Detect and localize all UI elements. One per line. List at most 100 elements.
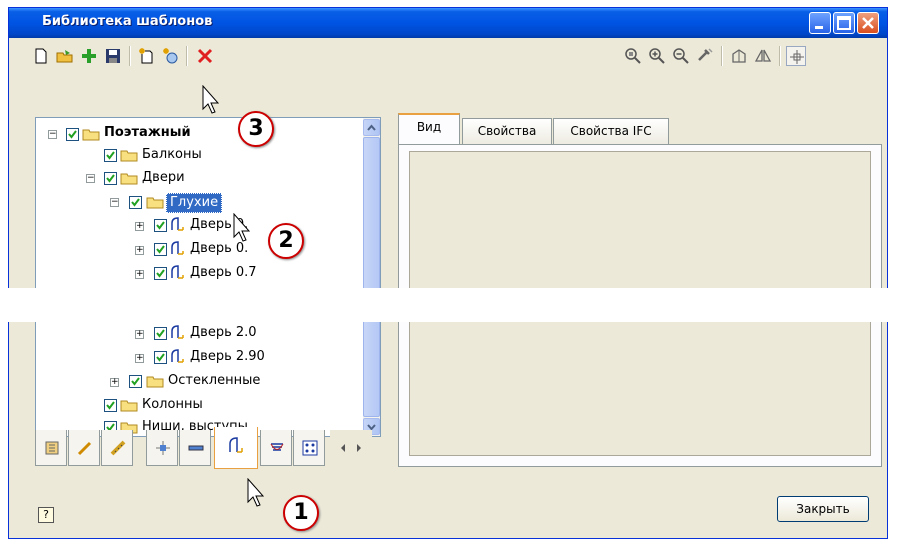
zoom-window-button[interactable] [623,46,643,66]
expand-toggle[interactable]: + [135,246,144,255]
chevron-right-icon [357,444,361,452]
zoom-in-button[interactable] [647,46,667,66]
category-tab-apartment[interactable] [35,430,67,466]
save-icon [106,49,120,63]
zoom-in-icon [649,48,665,64]
tree-item-door[interactable]: Дверь 0.7 [190,264,257,282]
checkbox[interactable] [154,267,167,280]
scroll-up-button[interactable] [363,119,380,136]
tree-root-label[interactable]: Поэтажный [104,124,191,142]
tree-item-columns[interactable]: Колонны [142,396,203,414]
new-template-button[interactable] [137,46,157,66]
zoom-out-button[interactable] [671,46,691,66]
maximize-button[interactable] [833,12,855,34]
checkbox[interactable] [154,219,167,232]
minimize-button[interactable] [809,12,831,34]
callout-3: 3 [238,111,274,147]
pan-button[interactable] [695,46,715,66]
grid-icon [302,440,318,456]
scroll-thumb[interactable] [363,137,380,417]
new-template-from-model-button[interactable] [161,46,181,66]
rotate-view-button[interactable] [729,46,749,66]
category-tab-ruler[interactable] [101,430,133,466]
pencil-icon [77,441,92,456]
checkbox[interactable] [129,196,142,209]
cursor-arrow-icon [202,85,222,115]
expand-toggle[interactable]: + [135,354,144,363]
add-icon [82,49,96,63]
checkbox[interactable] [129,375,142,388]
folder-icon [120,150,138,162]
new-document-icon [35,48,47,64]
tree-item-door[interactable]: Дверь 2.90 [190,348,265,366]
cursor-arrow-icon [233,213,253,243]
add-button[interactable] [79,46,99,66]
maximize-icon [837,16,851,30]
minimize-icon [815,26,823,29]
folder-icon [146,376,164,388]
new-template-from-model-icon [163,48,178,64]
window-title: Библиотека шаблонов [42,14,213,29]
template-tree[interactable]: − Поэтажный Балконы − Двери − Глухие + Д… [35,117,381,437]
checkbox[interactable] [104,172,117,185]
delete-button[interactable] [195,46,215,66]
mirror-button[interactable] [753,46,773,66]
tab-view[interactable]: Вид [398,113,460,145]
category-tab-column[interactable] [146,430,178,466]
help-button[interactable]: ? [38,507,54,523]
tree-item-solid-selected[interactable]: Глухие [166,193,223,213]
checkbox[interactable] [154,243,167,256]
center-icon [790,50,804,64]
open-folder-icon [146,197,164,209]
checkbox[interactable] [154,327,167,340]
checkbox[interactable] [104,149,117,162]
close-window-button[interactable] [857,12,879,34]
open-button[interactable] [55,46,75,66]
collapse-toggle[interactable]: − [86,174,95,183]
category-tab-grid[interactable] [293,430,325,466]
tree-item-glazed[interactable]: Остекленные [168,372,260,390]
tree-item-balconies[interactable]: Балконы [142,146,202,164]
new-document-button[interactable] [31,46,51,66]
title-bar[interactable]: Библиотека шаблонов [9,8,887,38]
folder-icon [82,129,100,141]
category-tab-doors[interactable] [214,427,258,469]
door-icon [171,217,184,231]
checkbox[interactable] [66,128,79,141]
tab-properties[interactable]: Свойства [462,118,552,145]
toolbar-separator [721,46,723,66]
collapse-toggle[interactable]: − [48,130,57,139]
category-tab-stairs[interactable] [260,430,292,466]
rotate-view-icon [732,49,746,63]
open-folder-icon [56,50,73,63]
expand-toggle[interactable]: + [135,222,144,231]
mirror-icon [754,49,772,62]
folder-icon [120,400,138,412]
delete-icon [197,48,213,64]
column-icon [156,441,170,455]
category-tab-pencil[interactable] [68,430,100,466]
collapse-toggle[interactable]: − [110,198,119,207]
tab-scroll-buttons[interactable] [330,430,372,466]
checkbox[interactable] [154,351,167,364]
cursor-arrow-icon [247,478,267,508]
expand-toggle[interactable]: + [135,270,144,279]
category-tab-beam[interactable] [179,430,211,466]
checkbox[interactable] [104,399,117,412]
door-icon [171,349,184,363]
tab-ifc-properties[interactable]: Свойства IFC [553,118,669,145]
pan-icon [698,48,713,61]
save-button[interactable] [103,46,123,66]
zoom-out-icon [673,48,689,64]
new-template-icon [139,48,153,64]
close-button[interactable]: Закрыть [777,496,869,522]
ruler-icon [110,440,126,456]
center-button[interactable] [786,46,806,66]
tree-item-doors[interactable]: Двери [142,169,185,187]
expand-toggle[interactable]: + [110,378,119,387]
tree-scrollbar[interactable] [363,118,380,436]
expand-toggle[interactable]: + [135,330,144,339]
tree-item-door[interactable]: Дверь 2.0 [190,324,257,342]
beam-icon [188,445,204,451]
callout-1: 1 [283,495,319,531]
